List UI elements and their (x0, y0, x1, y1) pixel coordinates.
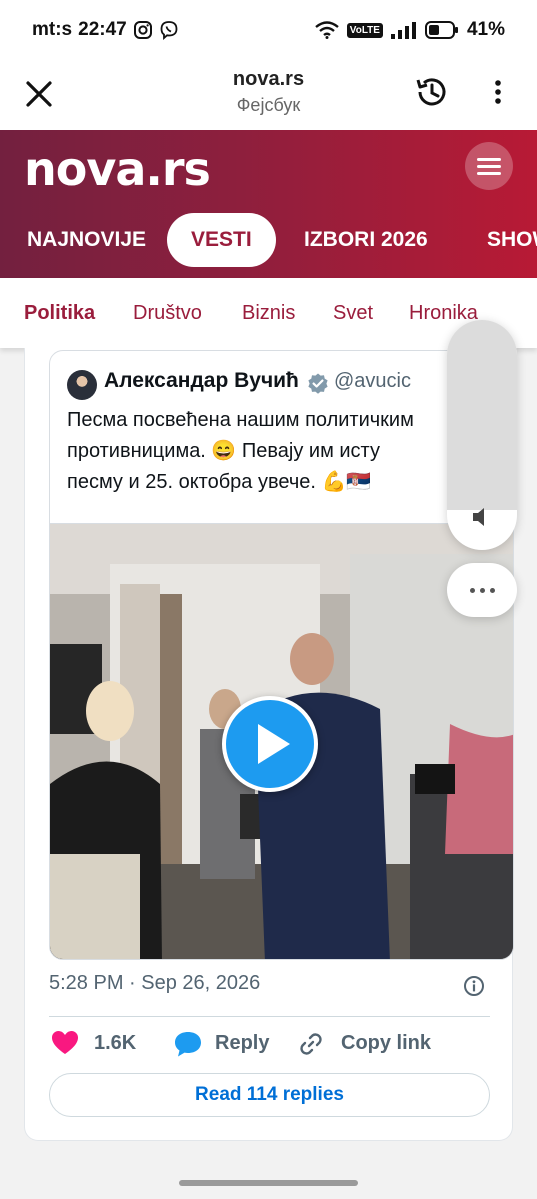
copy-link-button[interactable]: Copy link (341, 1032, 431, 1055)
info-icon[interactable] (463, 975, 485, 997)
instagram-icon (133, 21, 152, 39)
heart-icon[interactable] (51, 1030, 79, 1056)
main-nav: NAJNOVIJE VESTI IZBORI 2026 SHOW (0, 213, 537, 267)
browser-subtitle: Фејсбук (236, 95, 301, 115)
tweet-date: Sep 26, 2026 (141, 972, 261, 994)
subnav-biznis[interactable]: Biznis (242, 302, 295, 325)
like-count[interactable]: 1.6K (94, 1032, 136, 1055)
read-replies-button[interactable]: Read 114 replies (49, 1073, 490, 1117)
home-indicator[interactable] (179, 1180, 358, 1186)
reply-button[interactable]: Reply (215, 1032, 269, 1055)
history-icon[interactable] (413, 73, 451, 111)
battery-icon (424, 21, 458, 39)
play-icon (258, 724, 290, 764)
tweet-text-line: песму и 25. октобра увече. 💪🇷🇸 (67, 471, 372, 493)
tweet-author[interactable]: Александар Вучић (104, 369, 299, 393)
battery-level: 41% (466, 19, 505, 40)
volte-badge: VoLTE (346, 22, 383, 38)
tweet-timestamp[interactable]: 5:28 PM · Sep 26, 2026 (49, 972, 260, 995)
wifi-icon (315, 21, 339, 39)
tweet-handle[interactable]: @avucic (334, 370, 411, 393)
more-vertical-icon[interactable] (488, 78, 508, 108)
tweet-text-line: Песма посвећена нашим политичким (67, 409, 414, 431)
viber-icon (160, 21, 178, 40)
reply-bubble-icon[interactable] (173, 1030, 203, 1058)
tweet-time: 5:28 PM (49, 972, 124, 994)
tweet-text: Песма посвећена нашим политичким противн… (67, 405, 507, 498)
hamburger-menu-icon[interactable] (465, 142, 513, 190)
nav-tab-izbori[interactable]: IZBORI 2026 (304, 213, 428, 267)
tweet-embed[interactable]: Александар Вучић @avucic Песма посвећена… (49, 350, 514, 960)
more-options-icon[interactable] (447, 563, 517, 617)
browser-title: nova.rs (232, 68, 305, 90)
divider (49, 1016, 490, 1017)
volume-slider[interactable] (447, 320, 517, 550)
avatar[interactable] (67, 370, 97, 400)
nav-tab-najnovije[interactable]: NAJNOVIJE (27, 213, 146, 267)
speaker-icon[interactable] (469, 504, 495, 530)
subnav-svet[interactable]: Svet (333, 302, 373, 325)
browser-toolbar: nova.rs Фејсбук (0, 60, 537, 130)
carrier-label: mt:s (32, 19, 73, 40)
verified-badge-icon (308, 373, 328, 394)
nav-tab-show[interactable]: SHOW (487, 213, 537, 267)
site-logo[interactable]: nova.rs (24, 142, 211, 196)
embed-card: Александар Вучић @avucic Песма посвећена… (24, 348, 514, 1141)
tweet-text-line: противницима. 😄 Певају им исту (67, 440, 380, 462)
volume-slider-fill (447, 320, 517, 510)
clock: 22:47 (78, 19, 127, 40)
nav-tab-vesti[interactable]: VESTI (167, 213, 276, 267)
video-thumbnail[interactable] (50, 523, 513, 959)
subnav-drustvo[interactable]: Društvo (133, 302, 202, 325)
link-icon[interactable] (297, 1030, 325, 1058)
subnav-politika[interactable]: Politika (24, 302, 95, 325)
signal-icon (390, 22, 416, 39)
status-bar: mt:s 22:47 VoLTE 41% (0, 0, 537, 60)
site-header: nova.rs NAJNOVIJE VESTI IZBORI 2026 SHOW (0, 130, 537, 278)
play-button[interactable] (222, 696, 318, 792)
